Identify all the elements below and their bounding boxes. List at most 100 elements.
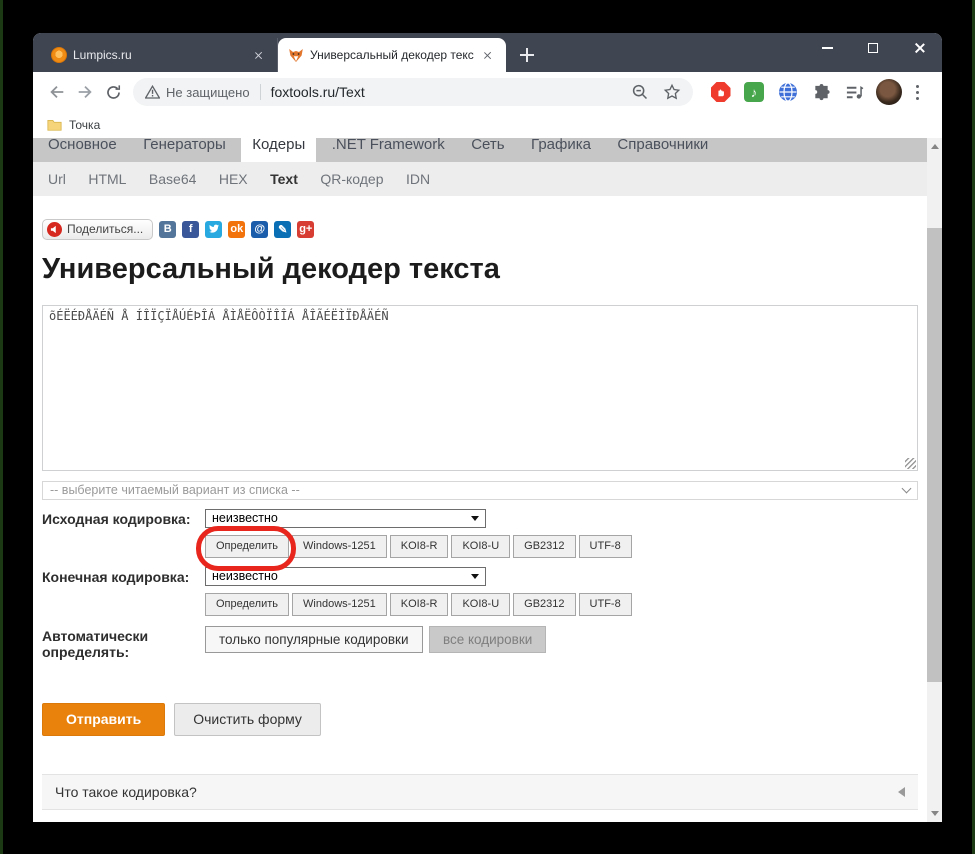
faq-question: Что такое кодировка? <box>55 784 197 800</box>
gb2312-button[interactable]: GB2312 <box>513 535 575 558</box>
nav-spravochniki[interactable]: Справочники <box>606 138 719 162</box>
clear-form-button[interactable]: Очистить форму <box>174 703 321 736</box>
subnav-qr[interactable]: QR-кодер <box>311 162 392 196</box>
nav-generatory[interactable]: Генераторы <box>132 138 237 162</box>
tab-title: Lumpics.ru <box>73 48 245 62</box>
collapsed-arrow-icon <box>898 787 905 797</box>
tab-close-icon[interactable] <box>251 47 267 63</box>
bookmark-star-icon[interactable] <box>663 83 681 101</box>
koi8-u-button[interactable]: KOI8-U <box>451 535 510 558</box>
minimize-button[interactable] <box>804 33 850 63</box>
popular-encodings-toggle[interactable]: только популярные кодировки <box>205 626 423 653</box>
folder-icon <box>47 119 62 131</box>
scroll-up-arrow-icon[interactable] <box>931 144 939 149</box>
tab-close-icon[interactable] <box>480 47 496 63</box>
playlist-icon[interactable] <box>843 80 867 104</box>
reload-button[interactable] <box>99 78 127 106</box>
share-button[interactable]: Поделиться... <box>42 219 153 240</box>
page-content: Поделиться... В f ok @ ✎ g+ Универсальны… <box>33 196 927 822</box>
subnav-text-active[interactable]: Text <box>261 162 307 196</box>
decoder-textarea[interactable]: õÉËÉÐÅÄÉÑ Å ÍÎÏÇÏÅÚÉÞÎÁ ÅÌÅËÔÒÏÎÎÁ ÅÎÃÉË… <box>42 305 918 471</box>
scroll-down-arrow-icon[interactable] <box>931 811 939 816</box>
source-encoding-select[interactable]: неизвестно <box>205 509 486 528</box>
koi8-u-button[interactable]: KOI8-U <box>451 593 510 616</box>
target-encoding-select[interactable]: неизвестно <box>205 567 486 586</box>
detect-button[interactable]: Определить <box>205 535 289 558</box>
koi8-r-button[interactable]: KOI8-R <box>390 535 449 558</box>
adblock-icon[interactable] <box>709 80 733 104</box>
nav-kodery-active[interactable]: Кодеры <box>241 138 316 162</box>
livejournal-icon[interactable]: ✎ <box>274 221 291 238</box>
googleplus-icon[interactable]: g+ <box>297 221 314 238</box>
browser-viewport: Основное Генераторы Кодеры .NET Framewor… <box>33 138 942 822</box>
address-bar[interactable]: Не защищено foxtools.ru/Text <box>133 78 693 106</box>
profile-avatar[interactable] <box>876 79 902 105</box>
gb2312-button[interactable]: GB2312 <box>513 593 575 616</box>
variant-select-value: -- выберите читаемый вариант из списка -… <box>50 483 300 497</box>
back-button[interactable] <box>43 78 71 106</box>
page-scrollbar[interactable] <box>927 138 942 822</box>
source-encoding-value: неизвестно <box>212 511 278 525</box>
subnav-base64[interactable]: Base64 <box>140 162 205 196</box>
twitter-icon[interactable] <box>205 221 222 238</box>
forward-button[interactable] <box>71 78 99 106</box>
nav-osnovnoe[interactable]: Основное <box>37 138 128 162</box>
subnav-url[interactable]: Url <box>39 162 75 196</box>
globe-icon[interactable] <box>776 80 800 104</box>
submit-button[interactable]: Отправить <box>42 703 165 736</box>
mailru-icon[interactable]: @ <box>251 221 268 238</box>
source-encoding-buttons: Определить Windows-1251 KOI8-R KOI8-U GB… <box>205 535 918 558</box>
windows-1251-button[interactable]: Windows-1251 <box>292 535 387 558</box>
auto-detect-label: Автоматически определять: <box>42 626 205 660</box>
nav-net-framework[interactable]: .NET Framework <box>321 138 456 162</box>
windows-1251-button[interactable]: Windows-1251 <box>292 593 387 616</box>
subnav-idn[interactable]: IDN <box>397 162 439 196</box>
utf-8-button[interactable]: UTF-8 <box>579 593 632 616</box>
web-page: Основное Генераторы Кодеры .NET Framewor… <box>33 138 927 822</box>
faq-section: Что такое кодировка? Таблица соответстви… <box>42 774 918 822</box>
koi8-r-button[interactable]: KOI8-R <box>390 593 449 616</box>
kebab-menu-icon[interactable] <box>912 81 923 104</box>
all-encodings-toggle[interactable]: все кодировки <box>429 626 546 653</box>
subnav-html[interactable]: HTML <box>79 162 135 196</box>
form-actions: Отправить Очистить форму <box>42 703 918 736</box>
vk-icon[interactable]: В <box>159 221 176 238</box>
select-caret-icon <box>471 516 479 521</box>
detect-button[interactable]: Определить <box>205 593 289 616</box>
readable-variant-select[interactable]: -- выберите читаемый вариант из списка -… <box>42 481 918 500</box>
zoom-out-icon[interactable] <box>631 83 649 101</box>
bookmark-label: Точка <box>69 118 100 132</box>
target-encoding-buttons: Определить Windows-1251 KOI8-R KOI8-U GB… <box>205 593 918 616</box>
share-button-label: Поделиться... <box>67 222 143 236</box>
tab-decoder[interactable]: Универсальный декодер текста <box>278 38 506 72</box>
foxtools-fox-favicon <box>288 47 304 63</box>
extension-icons-group: ♪ <box>693 79 932 105</box>
url-text[interactable]: foxtools.ru/Text <box>271 84 365 100</box>
nav-grafika[interactable]: Графика <box>520 138 602 162</box>
close-button[interactable] <box>896 33 942 63</box>
page-title: Универсальный декодер текста <box>42 253 918 287</box>
target-encoding-value: неизвестно <box>212 569 278 583</box>
utf-8-button[interactable]: UTF-8 <box>579 535 632 558</box>
new-tab-button[interactable] <box>514 42 540 68</box>
subnav-hex[interactable]: HEX <box>210 162 257 196</box>
lumpics-favicon <box>51 47 67 63</box>
browser-window: Lumpics.ru Универсальный декодер текста <box>33 33 942 822</box>
nav-set[interactable]: Сеть <box>460 138 515 162</box>
puzzle-extensions-icon[interactable] <box>809 80 833 104</box>
desktop-background-strip <box>0 0 3 854</box>
scrollbar-thumb[interactable] <box>927 228 942 682</box>
bookmark-tochka[interactable]: Точка <box>47 118 100 132</box>
faq-encoding-table[interactable]: Таблица соответствия кодировок? <box>42 810 918 822</box>
facebook-icon[interactable]: f <box>182 221 199 238</box>
security-label[interactable]: Не защищено <box>166 85 250 100</box>
faq-what-is-encoding[interactable]: Что такое кодировка? <box>42 774 918 810</box>
music-icon[interactable]: ♪ <box>742 80 766 104</box>
tab-lumpics[interactable]: Lumpics.ru <box>41 38 278 72</box>
textarea-resize-grip[interactable] <box>905 458 916 469</box>
window-controls <box>804 33 942 63</box>
odnoklassniki-icon[interactable]: ok <box>228 221 245 238</box>
omnibox-divider <box>260 84 261 100</box>
tab-strip: Lumpics.ru Универсальный декодер текста <box>33 33 942 72</box>
maximize-button[interactable] <box>850 33 896 63</box>
